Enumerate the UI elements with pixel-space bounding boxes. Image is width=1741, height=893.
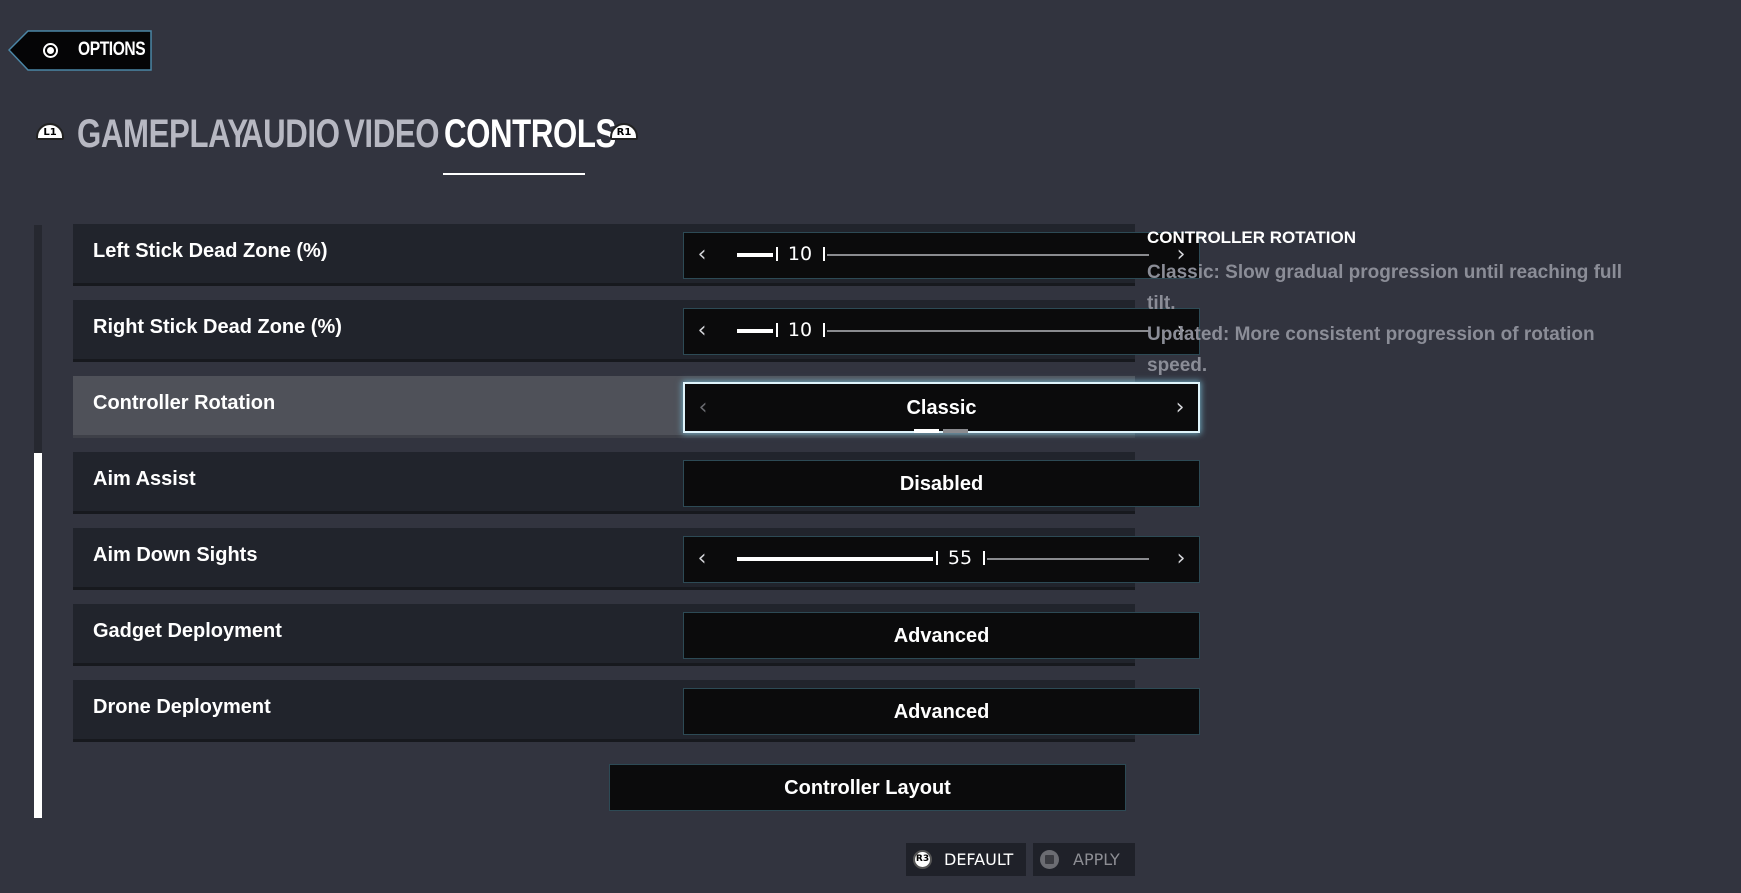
info-panel: CONTROLLER ROTATION Classic: Slow gradua… [1147, 228, 1667, 381]
slider-fill [737, 557, 933, 561]
info-line-updated: Updated: More consistent progression of … [1147, 324, 1595, 376]
setting-row-aim-assist[interactable]: Aim Assist Disabled [73, 452, 1200, 514]
info-line-classic: Classic: Slow gradual progression until … [1147, 262, 1623, 314]
options-label: OPTIONS [78, 39, 146, 60]
active-tab-indicator [443, 173, 585, 175]
pager-dot-active [913, 429, 939, 433]
tab-controls[interactable]: CONTROLS [444, 112, 616, 157]
slider[interactable]: 55 [737, 537, 1149, 582]
selected-value: Advanced [893, 701, 990, 723]
slider-track [987, 558, 1149, 560]
options-back-button[interactable]: OPTIONS [8, 30, 153, 71]
tab-gameplay[interactable]: GAMEPLAY [77, 112, 248, 157]
apply-button[interactable]: APPLY [1033, 843, 1135, 876]
setting-label: Drone Deployment [93, 696, 271, 718]
setting-row-controller-rotation[interactable]: Controller Rotation ‹ Classic › [73, 376, 1200, 438]
default-button[interactable]: R3 DEFAULT [906, 843, 1026, 876]
slider-fill [737, 329, 773, 333]
aim-down-sights-slider[interactable]: ‹ 55 › [683, 536, 1200, 583]
setting-row-left-stick-dead-zone[interactable]: Left Stick Dead Zone (%) ‹ 10 › [73, 224, 1200, 286]
r1-button-icon[interactable]: R1 [610, 123, 638, 140]
right-stick-dead-zone-slider[interactable]: ‹ 10 › [683, 308, 1200, 355]
apply-label: APPLY [1073, 850, 1120, 869]
setting-label: Right Stick Dead Zone (%) [93, 316, 342, 338]
slider-value: 10 [787, 319, 813, 341]
slider-value: 55 [947, 547, 973, 569]
option-pager [913, 429, 970, 433]
slider-tick-right [983, 551, 985, 565]
setting-row-drone-deployment[interactable]: Drone Deployment Advanced [73, 680, 1200, 742]
controller-layout-button[interactable]: Controller Layout [609, 764, 1126, 811]
radio-circle-icon [43, 43, 58, 58]
slider-fill [737, 253, 773, 257]
controller-layout-label: Controller Layout [784, 777, 951, 799]
slider[interactable]: 10 [737, 309, 1149, 354]
slider-tick-left [776, 323, 778, 337]
controller-rotation-selector[interactable]: ‹ Classic › [683, 382, 1200, 433]
slider-tick-right [823, 323, 825, 337]
r3-button-icon: R3 [913, 850, 932, 869]
info-title: CONTROLLER ROTATION [1147, 228, 1357, 247]
setting-label: Aim Assist [93, 468, 196, 490]
left-stick-dead-zone-slider[interactable]: ‹ 10 › [683, 232, 1200, 279]
slider-tick-right [823, 247, 825, 261]
l1-button-icon[interactable]: L1 [36, 123, 64, 140]
chevron-left-icon[interactable]: ‹ [692, 319, 712, 343]
slider-track [827, 330, 1149, 332]
setting-label: Left Stick Dead Zone (%) [93, 240, 328, 262]
slider[interactable]: 10 [737, 233, 1149, 278]
drone-deployment-value[interactable]: Advanced [683, 688, 1200, 735]
selected-value: Advanced [893, 625, 990, 647]
setting-row-aim-down-sights[interactable]: Aim Down Sights ‹ 55 › [73, 528, 1200, 590]
slider-tick-left [936, 551, 938, 565]
slider-value: 10 [787, 243, 813, 265]
aim-assist-value[interactable]: Disabled [683, 460, 1200, 507]
default-label: DEFAULT [944, 850, 1014, 869]
info-description: Classic: Slow gradual progression until … [1147, 257, 1647, 381]
setting-row-gadget-deployment[interactable]: Gadget Deployment Advanced [73, 604, 1200, 666]
scrollbar-thumb[interactable] [34, 453, 42, 818]
slider-track [827, 254, 1149, 256]
selected-value: Disabled [899, 473, 984, 495]
setting-row-right-stick-dead-zone[interactable]: Right Stick Dead Zone (%) ‹ 10 › [73, 300, 1200, 362]
gadget-deployment-value[interactable]: Advanced [683, 612, 1200, 659]
chevron-left-icon[interactable]: ‹ [692, 243, 712, 267]
chevron-left-icon[interactable]: ‹ [692, 547, 712, 571]
slider-tick-left [776, 247, 778, 261]
chevron-right-icon[interactable]: › [1170, 396, 1190, 420]
tab-audio[interactable]: AUDIO [241, 112, 340, 157]
chevron-right-icon[interactable]: › [1171, 547, 1191, 571]
tab-video[interactable]: VIDEO [344, 112, 440, 157]
setting-label: Controller Rotation [93, 392, 276, 414]
setting-label: Gadget Deployment [93, 620, 282, 642]
square-button-icon [1040, 850, 1059, 869]
selected-value: Classic [906, 397, 977, 419]
pager-dot [942, 429, 968, 433]
setting-label: Aim Down Sights [93, 544, 258, 566]
